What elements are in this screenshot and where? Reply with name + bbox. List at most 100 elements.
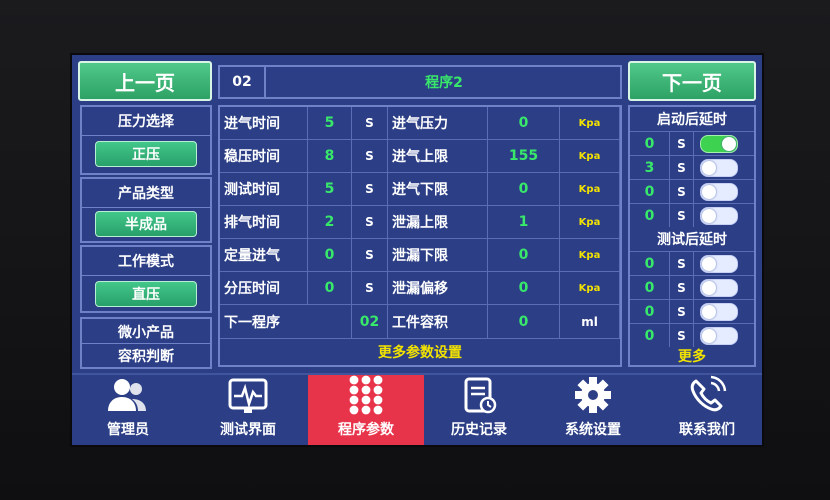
next-page-button[interactable]: 下一页 bbox=[628, 61, 756, 101]
document-history-icon bbox=[457, 377, 501, 419]
nav-monitor-pulse[interactable]: 测试界面 bbox=[192, 375, 304, 445]
delay-toggle[interactable] bbox=[700, 255, 738, 273]
product-type-panel: 产品类型 半成品 bbox=[80, 177, 212, 243]
delay-row: 0S bbox=[630, 251, 754, 275]
pressure-value-button[interactable]: 正压 bbox=[95, 141, 197, 167]
delay-toggle[interactable] bbox=[700, 135, 738, 153]
workpiece-volume-label: 工件容积 bbox=[388, 305, 488, 339]
param-label: 泄漏上限 bbox=[388, 206, 488, 239]
param-value[interactable]: 0 bbox=[308, 239, 352, 272]
parameter-table: 进气时间 5 S 进气压力 0 Kpa 稳压时间 8 S 进气上限 155 Kpa 测试时间 5 S 进气下限… bbox=[218, 105, 622, 367]
micro-product-panel[interactable]: 微小产品 容积判断 bbox=[80, 317, 212, 369]
param-value[interactable]: 8 bbox=[308, 140, 352, 173]
delay-toggle-wrap bbox=[700, 303, 748, 321]
param-unit: Kpa bbox=[560, 239, 620, 272]
delay-value[interactable]: 0 bbox=[630, 324, 670, 347]
param-value[interactable]: 0 bbox=[488, 173, 560, 206]
delay-toggle-wrap bbox=[700, 279, 748, 297]
divider bbox=[82, 135, 210, 136]
param-value[interactable]: 0 bbox=[488, 239, 560, 272]
delay-row: 3S bbox=[630, 155, 754, 179]
more-settings-button[interactable]: 更多参数设置 bbox=[220, 339, 620, 365]
next-program-label: 下一程序 bbox=[220, 305, 352, 339]
delay-toggle-wrap bbox=[700, 255, 748, 273]
param-value[interactable]: 0 bbox=[308, 272, 352, 305]
delay-toggle[interactable] bbox=[700, 279, 738, 297]
delay-row: 0S bbox=[630, 131, 754, 155]
param-value[interactable]: 155 bbox=[488, 140, 560, 173]
delay-row: 0S bbox=[630, 323, 754, 347]
param-value[interactable]: 2 bbox=[308, 206, 352, 239]
param-unit: Kpa bbox=[560, 107, 620, 140]
nav-document-history[interactable]: 历史记录 bbox=[424, 375, 534, 445]
workpiece-volume-unit: ml bbox=[560, 305, 620, 339]
delay-value[interactable]: 0 bbox=[630, 300, 670, 323]
delay-panel: 启动后延时 0S3S0S0S 测试后延时 0S0S0S0S 更多 bbox=[628, 105, 756, 367]
param-unit: S bbox=[352, 140, 388, 173]
nav-gear[interactable]: 系统设置 bbox=[538, 375, 648, 445]
more-settings-label: 更多参数设置 bbox=[378, 345, 462, 361]
delay-unit: S bbox=[670, 132, 694, 155]
param-value[interactable]: 5 bbox=[308, 173, 352, 206]
delay-value[interactable]: 0 bbox=[630, 204, 670, 227]
keypad-icon bbox=[344, 375, 388, 419]
delay-value[interactable]: 0 bbox=[630, 180, 670, 203]
nav-users[interactable]: 管理员 bbox=[72, 375, 184, 445]
toggle-knob bbox=[702, 281, 716, 295]
delay-unit: S bbox=[670, 180, 694, 203]
toggle-knob bbox=[702, 257, 716, 271]
delay-unit: S bbox=[670, 324, 694, 347]
gear-icon bbox=[571, 375, 615, 419]
delay-toggle[interactable] bbox=[700, 183, 738, 201]
program-number[interactable]: 02 bbox=[220, 67, 266, 97]
toggle-knob bbox=[722, 137, 736, 151]
nav-keypad[interactable]: 程序参数 bbox=[308, 375, 424, 445]
delay-value[interactable]: 0 bbox=[630, 132, 670, 155]
nav-phone[interactable]: 联系我们 bbox=[652, 375, 762, 445]
delay-row: 0S bbox=[630, 299, 754, 323]
delay-toggle[interactable] bbox=[700, 303, 738, 321]
prev-page-button[interactable]: 上一页 bbox=[78, 61, 212, 101]
delay-toggle[interactable] bbox=[700, 159, 738, 177]
hmi-screen: 上一页 02 程序2 下一页 压力选择 正压 产品类型 半成品 工作模式 直压 … bbox=[72, 55, 762, 445]
product-type-button[interactable]: 半成品 bbox=[95, 211, 197, 237]
delay-value[interactable]: 0 bbox=[630, 252, 670, 275]
param-label: 泄漏偏移 bbox=[388, 272, 488, 305]
nav-label: 系统设置 bbox=[565, 422, 621, 438]
nav-label: 程序参数 bbox=[338, 422, 394, 438]
param-unit: Kpa bbox=[560, 173, 620, 206]
param-value[interactable]: 0 bbox=[488, 107, 560, 140]
delay-unit: S bbox=[670, 252, 694, 275]
pressure-select-panel: 压力选择 正压 bbox=[80, 105, 212, 175]
param-label: 排气时间 bbox=[220, 206, 308, 239]
param-value[interactable]: 1 bbox=[488, 206, 560, 239]
toggle-knob bbox=[702, 185, 716, 199]
divider bbox=[82, 343, 210, 344]
next-program-value[interactable]: 02 bbox=[352, 305, 388, 339]
work-mode-button[interactable]: 直压 bbox=[95, 281, 197, 307]
monitor-pulse-icon bbox=[226, 377, 270, 419]
delay-toggle[interactable] bbox=[700, 327, 738, 345]
delay-value[interactable]: 3 bbox=[630, 156, 670, 179]
delay-toggle-wrap bbox=[700, 327, 748, 345]
toggle-knob bbox=[702, 209, 716, 223]
param-unit: Kpa bbox=[560, 272, 620, 305]
param-value[interactable]: 5 bbox=[308, 107, 352, 140]
delay-unit: S bbox=[670, 156, 694, 179]
param-label: 定量进气 bbox=[220, 239, 308, 272]
nav-label: 联系我们 bbox=[679, 422, 735, 438]
toggle-knob bbox=[702, 305, 716, 319]
phone-icon bbox=[685, 375, 729, 419]
delay-value[interactable]: 0 bbox=[630, 276, 670, 299]
delay-toggle[interactable] bbox=[700, 207, 738, 225]
more-delays-button[interactable]: 更多 bbox=[630, 347, 754, 365]
delay-unit: S bbox=[670, 276, 694, 299]
program-title[interactable]: 程序2 bbox=[268, 67, 620, 97]
delay-unit: S bbox=[670, 300, 694, 323]
more-delays-label: 更多 bbox=[678, 349, 706, 365]
delay-row: 0S bbox=[630, 179, 754, 203]
delay-unit: S bbox=[670, 204, 694, 227]
param-value[interactable]: 0 bbox=[488, 272, 560, 305]
param-unit: S bbox=[352, 272, 388, 305]
workpiece-volume-value[interactable]: 0 bbox=[488, 305, 560, 339]
